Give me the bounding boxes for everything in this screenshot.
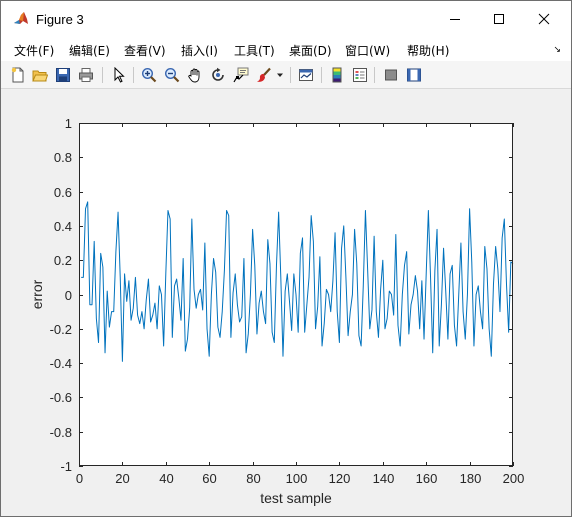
link-plot-button[interactable] bbox=[297, 66, 315, 84]
matlab-logo-icon bbox=[13, 11, 29, 27]
toolbar-separator bbox=[290, 67, 291, 83]
pointer-arrow-icon bbox=[114, 67, 125, 83]
window-title: Figure 3 bbox=[36, 12, 84, 27]
brush-button[interactable] bbox=[255, 66, 273, 84]
x-tick-label: 200 bbox=[503, 471, 525, 486]
figure-window: Figure 3 文件(F) 编辑(E) 查看(V) 插入(I) 工具(T) 桌… bbox=[0, 0, 572, 517]
zoom-out-icon bbox=[164, 67, 180, 83]
maximize-icon bbox=[494, 14, 504, 24]
zoom-out-button[interactable] bbox=[163, 66, 181, 84]
x-tick-label: 140 bbox=[373, 471, 395, 486]
minimize-icon bbox=[450, 19, 460, 20]
toolbar-separator bbox=[133, 67, 134, 83]
figure-canvas: 0 20 40 60 80 100 120 140 160 180 200 -1 -0.8 -0.6 -0.… bbox=[7, 91, 565, 511]
edit-plot-button[interactable] bbox=[110, 66, 128, 84]
menu-insert[interactable]: 插入(I) bbox=[181, 42, 218, 59]
rotate-icon bbox=[212, 67, 224, 81]
rotate-3d-button[interactable] bbox=[209, 66, 227, 84]
title-bar[interactable]: Figure 3 bbox=[1, 1, 571, 37]
show-plot-tools-button[interactable] bbox=[405, 66, 423, 84]
brush-dropdown[interactable] bbox=[275, 66, 285, 84]
new-figure-button[interactable] bbox=[9, 66, 27, 84]
hide-tools-icon bbox=[385, 69, 397, 81]
open-file-button[interactable] bbox=[31, 66, 49, 84]
x-tick-label: 80 bbox=[246, 471, 260, 486]
x-tick-label: 60 bbox=[202, 471, 216, 486]
y-tick-label: -0.8 bbox=[50, 425, 72, 440]
toolbar-separator bbox=[102, 67, 103, 83]
y-tick-label: 1 bbox=[65, 116, 72, 131]
folder-open-icon bbox=[32, 70, 48, 82]
y-tick-label: -1 bbox=[60, 459, 72, 474]
x-tick-label: 120 bbox=[329, 471, 351, 486]
y-tick-label: -0.4 bbox=[50, 356, 72, 371]
dock-arrow-icon[interactable]: ↘ bbox=[553, 44, 561, 55]
link-plot-icon bbox=[299, 69, 313, 81]
show-tools-icon bbox=[407, 68, 421, 82]
toolbar-separator bbox=[374, 67, 375, 83]
insert-legend-button[interactable] bbox=[351, 66, 369, 84]
y-tick-label: 0.8 bbox=[54, 150, 72, 165]
figure-toolbar bbox=[1, 61, 571, 89]
x-tick-label: 20 bbox=[115, 471, 129, 486]
y-tick-label: 0.6 bbox=[54, 185, 72, 200]
menu-desktop[interactable]: 桌面(D) bbox=[289, 42, 332, 59]
y-tick-label: 0.4 bbox=[54, 219, 72, 234]
x-tick-label: 0 bbox=[76, 471, 83, 486]
colorbar-icon bbox=[332, 67, 342, 83]
menu-tools[interactable]: 工具(T) bbox=[234, 42, 275, 59]
menu-bar: 文件(F) 编辑(E) 查看(V) 插入(I) 工具(T) 桌面(D) 窗口(W… bbox=[1, 37, 571, 61]
data-cursor-icon bbox=[233, 67, 249, 83]
save-icon bbox=[56, 68, 70, 82]
menu-window[interactable]: 窗口(W) bbox=[345, 42, 390, 59]
print-figure-button[interactable] bbox=[77, 66, 95, 84]
close-button[interactable] bbox=[521, 1, 567, 37]
legend-icon bbox=[353, 68, 367, 82]
menu-help[interactable]: 帮助(H) bbox=[407, 42, 449, 59]
x-tick-label: 160 bbox=[416, 471, 438, 486]
x-tick-label: 100 bbox=[286, 471, 308, 486]
data-cursor-button[interactable] bbox=[232, 66, 250, 84]
hand-icon bbox=[188, 68, 200, 83]
close-icon bbox=[538, 13, 550, 25]
y-tick-label: 0 bbox=[65, 288, 72, 303]
line-chart[interactable]: 0 20 40 60 80 100 120 140 160 180 200 -1 -0.8 -0.6 -0.… bbox=[7, 91, 565, 511]
x-axis-label: test sample bbox=[260, 490, 332, 506]
menu-view[interactable]: 查看(V) bbox=[124, 42, 166, 59]
x-tick-label: 40 bbox=[159, 471, 173, 486]
y-tick-label: 0.2 bbox=[54, 253, 72, 268]
x-tick-label: 180 bbox=[460, 471, 482, 486]
minimize-button[interactable] bbox=[432, 1, 478, 37]
menu-edit[interactable]: 编辑(E) bbox=[69, 42, 110, 59]
toolbar-separator bbox=[321, 67, 322, 83]
zoom-in-button[interactable] bbox=[140, 66, 158, 84]
y-tick-label: -0.6 bbox=[50, 390, 72, 405]
maximize-button[interactable] bbox=[476, 1, 522, 37]
y-axis-label: error bbox=[29, 279, 45, 309]
pan-button[interactable] bbox=[186, 66, 204, 84]
brush-icon bbox=[257, 67, 271, 82]
new-file-icon bbox=[11, 67, 24, 83]
menu-file[interactable]: 文件(F) bbox=[14, 42, 54, 59]
hide-plot-tools-button[interactable] bbox=[382, 66, 400, 84]
insert-colorbar-button[interactable] bbox=[328, 66, 346, 84]
chevron-down-icon bbox=[277, 73, 283, 77]
save-figure-button[interactable] bbox=[54, 66, 72, 84]
zoom-in-icon bbox=[141, 67, 157, 83]
y-tick-label: -0.2 bbox=[50, 322, 72, 337]
print-icon bbox=[79, 68, 93, 82]
